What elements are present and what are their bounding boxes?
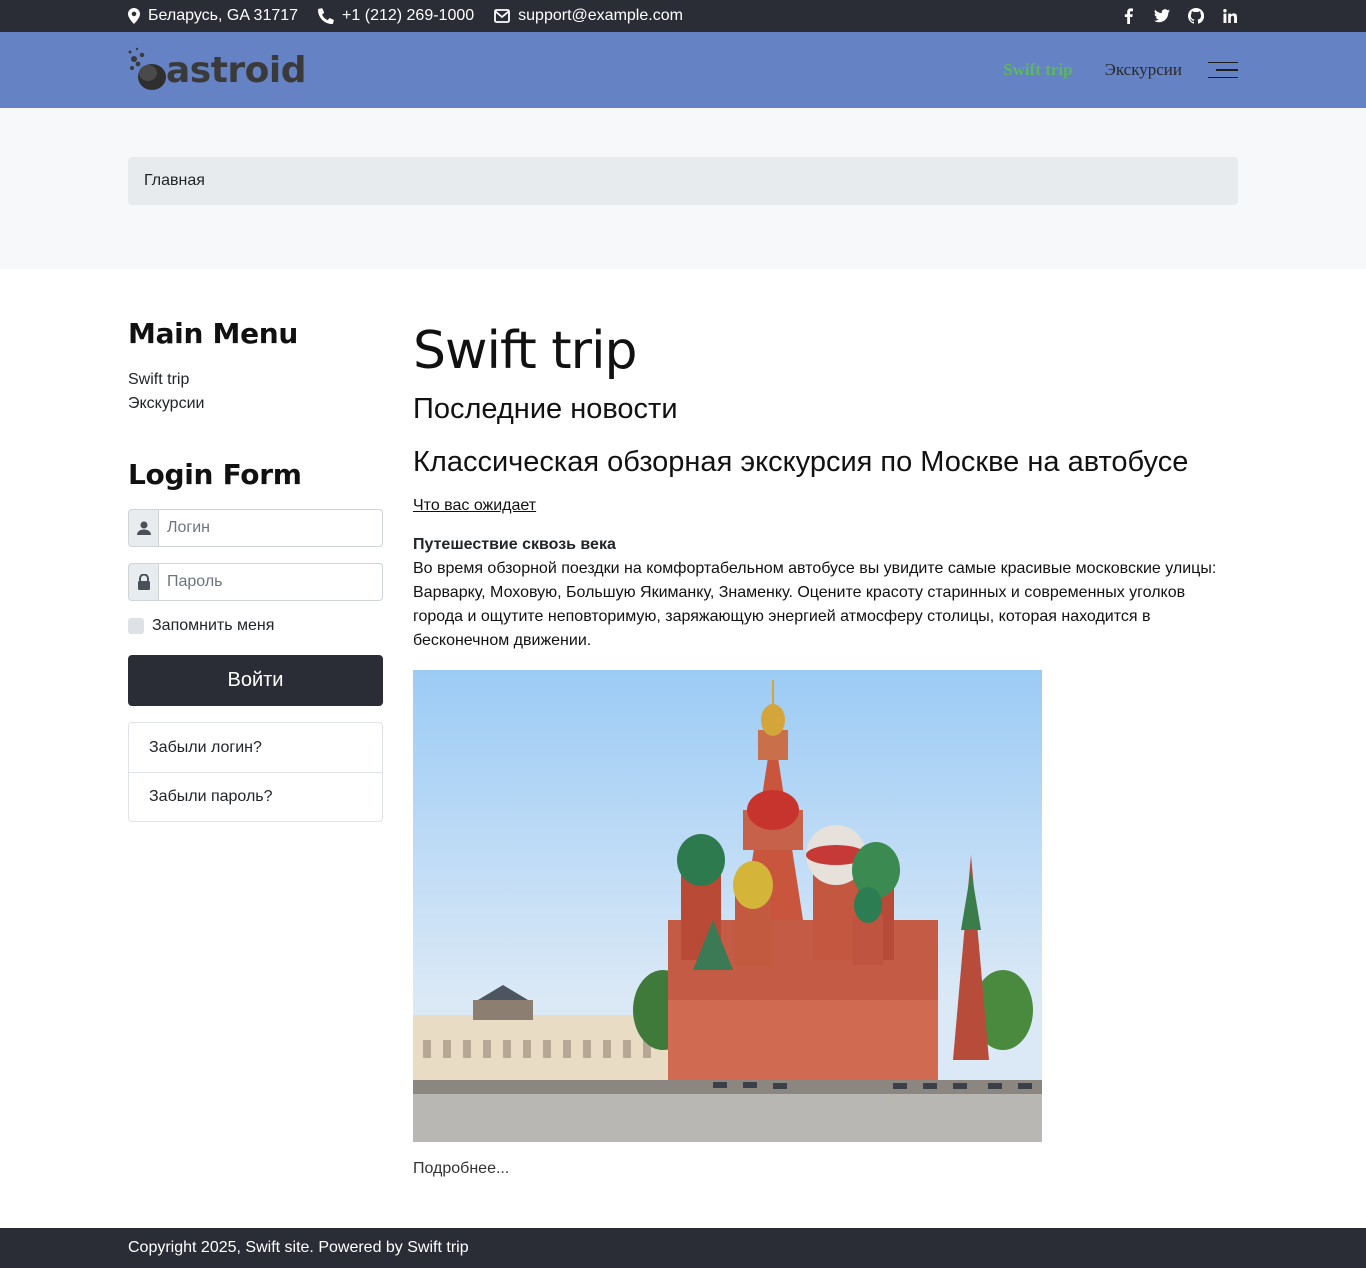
asteroid-logo-icon: [128, 47, 166, 90]
username-group: [128, 509, 383, 547]
email-text[interactable]: support@example.com: [518, 7, 683, 25]
main-menu-list: Swift trip Экскурсии: [128, 368, 383, 416]
password-group: [128, 563, 383, 601]
menu-item-swift-trip[interactable]: Swift trip: [128, 368, 383, 392]
username-input[interactable]: [158, 509, 383, 547]
breadcrumb-section: Главная: [0, 108, 1366, 269]
nav-item-swift-trip[interactable]: Swift trip: [1003, 60, 1072, 80]
remember-me-label: Запомнить меня: [152, 617, 275, 634]
hamburger-menu-icon[interactable]: [1208, 61, 1238, 79]
login-button[interactable]: Войти: [128, 655, 383, 706]
section-heading: Последние новости: [413, 393, 678, 425]
main-area: Main Menu Swift trip Экскурсии Login For…: [128, 269, 1238, 1178]
breadcrumb: Главная: [128, 157, 1238, 205]
top-bar: Беларусь, GA 31717 +1 (212) 269-1000 sup…: [0, 0, 1366, 32]
user-icon: [128, 509, 158, 547]
forgot-login-link[interactable]: Забыли логин?: [129, 723, 382, 772]
lock-icon: [128, 563, 158, 601]
read-more-link[interactable]: Подробнее...: [413, 1160, 1238, 1178]
remember-me-checkbox[interactable]: [128, 618, 144, 634]
logo-text: astroid: [166, 49, 307, 91]
nav-item-excursions[interactable]: Экскурсии: [1105, 60, 1182, 80]
article-body: Во время обзорной поездки на комфортабел…: [413, 560, 1217, 649]
main-content: Swift trip Последние новости Классическа…: [413, 317, 1238, 1178]
address-text: Беларусь, GA 31717: [148, 7, 299, 24]
phone-icon: [318, 8, 334, 24]
envelope-icon: [494, 9, 511, 23]
article-title[interactable]: Классическая обзорная экскурсия по Москв…: [413, 446, 1238, 479]
article-lead: Путешествие сквозь века: [413, 536, 616, 553]
main-nav: Swift trip Экскурсии: [971, 60, 1238, 80]
facebook-icon[interactable]: [1120, 8, 1136, 24]
page-title: Swift trip: [413, 321, 638, 381]
site-header: astroid Swift trip Экскурсии: [0, 32, 1366, 108]
login-form-title: Login Form: [128, 458, 302, 491]
main-menu-title: Main Menu: [128, 317, 299, 350]
what-to-expect-link[interactable]: Что вас ожидает: [413, 497, 536, 515]
sidebar: Main Menu Swift trip Экскурсии Login For…: [128, 317, 383, 1178]
address-item: Беларусь, GA 31717: [128, 7, 298, 25]
remember-me[interactable]: Запомнить меня: [128, 617, 383, 635]
copyright-text: Copyright 2025, Swift site. Powered by S…: [128, 1239, 469, 1256]
social-links: [1120, 8, 1238, 24]
email-item[interactable]: support@example.com: [494, 7, 683, 25]
phone-text[interactable]: +1 (212) 269-1000: [342, 7, 474, 25]
main-menu-module: Main Menu Swift trip Экскурсии: [128, 317, 383, 416]
twitter-icon[interactable]: [1154, 9, 1170, 23]
contact-info: Беларусь, GA 31717 +1 (212) 269-1000 sup…: [128, 7, 703, 25]
menu-item-excursions[interactable]: Экскурсии: [128, 392, 383, 416]
breadcrumb-home[interactable]: Главная: [144, 172, 205, 190]
forgot-links: Забыли логин? Забыли пароль?: [128, 722, 383, 822]
linkedin-icon[interactable]: [1222, 9, 1238, 23]
site-logo[interactable]: astroid: [128, 47, 307, 93]
github-icon[interactable]: [1188, 8, 1204, 24]
password-input[interactable]: [158, 563, 383, 601]
forgot-password-link[interactable]: Забыли пароль?: [129, 772, 382, 821]
phone-item[interactable]: +1 (212) 269-1000: [318, 7, 474, 25]
map-pin-icon: [128, 8, 140, 24]
site-footer: Copyright 2025, Swift site. Powered by S…: [0, 1228, 1366, 1268]
st-basils-cathedral-image: [413, 670, 1042, 1142]
login-form-module: Login Form Запомнить меня Войти Забыли л…: [128, 458, 383, 822]
